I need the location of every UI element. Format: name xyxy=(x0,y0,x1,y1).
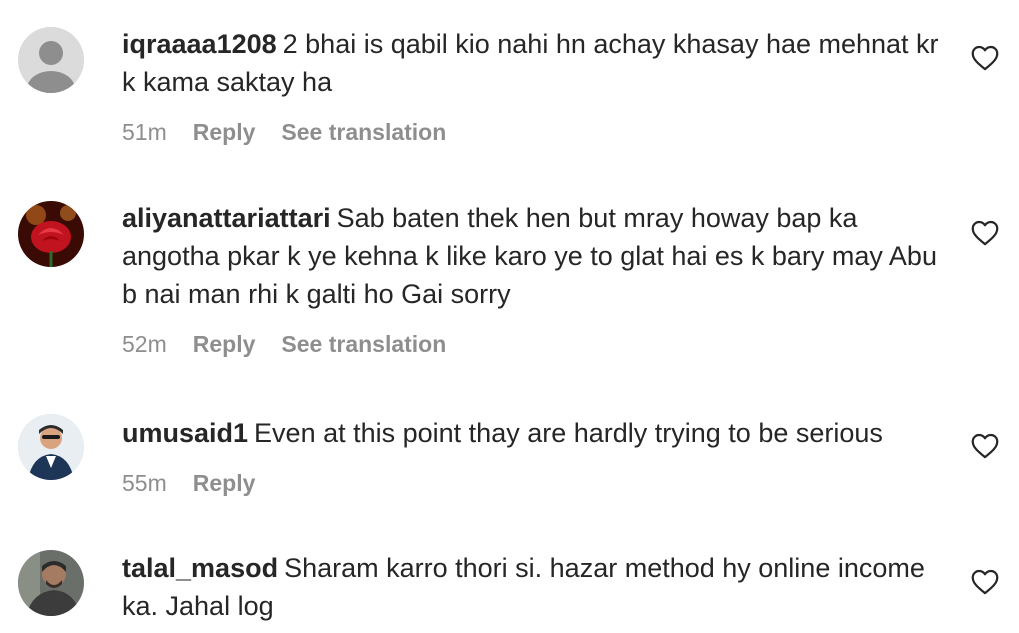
like-button[interactable] xyxy=(971,569,999,595)
comment-body: iqraaaa1208 2 bhai is qabil kio nahi hn a… xyxy=(122,25,952,101)
comment-body: aliyanattariattari Sab baten thek hen but… xyxy=(122,199,952,313)
comment-meta: 52m Reply See translation xyxy=(122,331,446,358)
comment-username[interactable]: umusaid1 xyxy=(122,418,248,448)
comment-text: Even at this point thay are hardly tryin… xyxy=(254,418,883,448)
avatar[interactable] xyxy=(18,27,84,93)
comment-body: talal_masod Sharam karro thori si. hazar … xyxy=(122,549,952,625)
see-translation-button[interactable]: See translation xyxy=(281,331,446,358)
avatar[interactable] xyxy=(18,550,84,616)
comment-meta: 51m Reply See translation xyxy=(122,119,446,146)
comment-username[interactable]: aliyanattariattari xyxy=(122,203,331,233)
heart-outline-icon xyxy=(971,433,999,459)
like-button[interactable] xyxy=(971,433,999,459)
heart-outline-icon xyxy=(971,569,999,595)
reply-button[interactable]: Reply xyxy=(193,331,256,358)
comment-username[interactable]: iqraaaa1208 xyxy=(122,29,277,59)
heart-outline-icon xyxy=(971,45,999,71)
comment-username[interactable]: talal_masod xyxy=(122,553,278,583)
comment-body: umusaid1 Even at this point thay are hard… xyxy=(122,414,952,452)
avatar[interactable] xyxy=(18,414,84,480)
comment-meta: 55m Reply xyxy=(122,470,255,497)
reply-button[interactable]: Reply xyxy=(193,119,256,146)
avatar[interactable] xyxy=(18,201,84,267)
like-button[interactable] xyxy=(971,45,999,71)
like-button[interactable] xyxy=(971,220,999,246)
reply-button[interactable]: Reply xyxy=(193,470,256,497)
heart-outline-icon xyxy=(971,220,999,246)
comment-timestamp: 55m xyxy=(122,470,167,496)
comment-timestamp: 52m xyxy=(122,331,167,357)
person-dark-avatar-icon xyxy=(18,550,84,616)
comment-timestamp: 51m xyxy=(122,119,167,145)
see-translation-button[interactable]: See translation xyxy=(281,119,446,146)
person-avatar-icon xyxy=(18,414,84,480)
rose-avatar-icon xyxy=(18,201,84,267)
default-avatar-icon xyxy=(18,27,84,93)
